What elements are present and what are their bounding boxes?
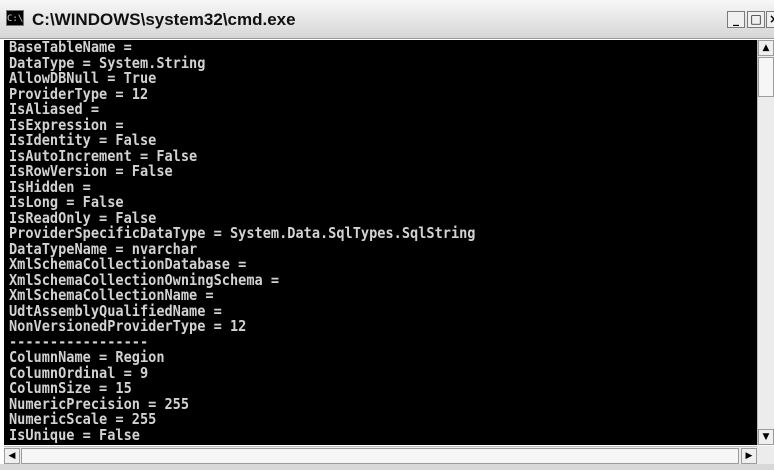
scroll-up-icon[interactable]: ▲ [758,40,774,56]
minimize-button[interactable]: _ [727,11,745,28]
maximize-button[interactable]: □ [747,11,765,28]
scroll-left-icon[interactable]: ◀ [4,448,20,464]
title-bar[interactable]: C:\ C:\WINDOWS\system32\cmd.exe _ □ × [0,0,774,39]
horizontal-scroll-thumb[interactable] [21,448,739,464]
vertical-scrollbar[interactable]: ▲ ▼ [757,40,774,445]
scroll-down-icon[interactable]: ▼ [758,429,774,445]
console-line: IsRowVersion = False [9,162,173,181]
vertical-scroll-thumb[interactable] [758,57,774,97]
console-app-icon[interactable]: C:\ [6,10,24,26]
console-line: IsUnique = False [9,426,140,444]
cmd-window: C:\ C:\WINDOWS\system32\cmd.exe _ □ × Ba… [0,0,774,470]
console-line: ProviderType = 12 [9,85,149,103]
close-button[interactable]: × [766,11,774,28]
horizontal-scrollbar[interactable]: ◀ ▶ [4,446,757,464]
window-title: C:\WINDOWS\system32\cmd.exe [32,10,296,29]
window-bottom-edge [0,464,774,470]
console-output[interactable]: BaseTableName = DataType = System.String… [4,40,757,445]
scroll-right-icon[interactable]: ▶ [741,448,757,464]
